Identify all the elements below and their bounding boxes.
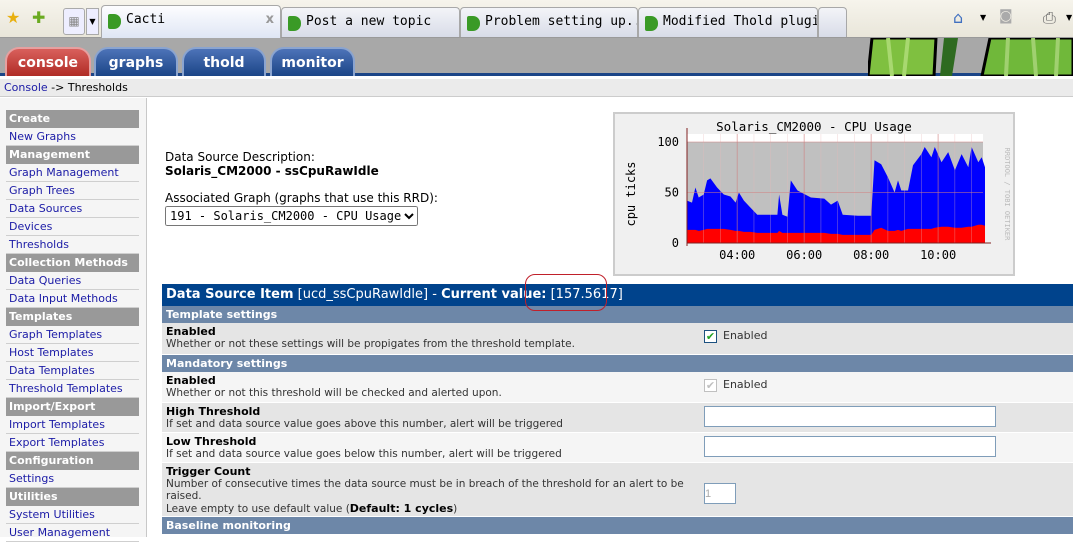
row-trigger-count: Trigger Count Number of consecutive times… (162, 463, 1073, 517)
new-tab-button[interactable] (818, 7, 847, 37)
breadcrumb-current: Thresholds (67, 81, 128, 94)
data-source-info: Data Source Description: Solaris_CM2000 … (165, 150, 438, 226)
tab-title: Post a new topic (306, 14, 432, 29)
section-template-settings: Template settings (162, 306, 1073, 323)
y-tick-label: 0 (672, 236, 679, 250)
sidebar-item-graph-management[interactable]: Graph Management (6, 164, 139, 182)
trigger-count-input[interactable] (704, 483, 736, 504)
cacti-logo-banner (868, 38, 1073, 76)
sidebar-item-data-templates[interactable]: Data Templates (6, 362, 139, 380)
tab-thold[interactable]: thold (182, 47, 266, 76)
sidebar-header: Configuration (6, 452, 139, 470)
sidebar-item-data-sources[interactable]: Data Sources (6, 200, 139, 218)
cacti-favicon-icon (288, 16, 301, 31)
browser-tab-cacti[interactable]: Cacti x (101, 5, 281, 38)
row-high-threshold: High Threshold If set and data source val… (162, 403, 1073, 433)
x-tick-label: 08:00 (853, 248, 889, 262)
assoc-graph-label: Associated Graph (graphs that use this R… (165, 191, 438, 205)
sidebar-item-data-input-methods[interactable]: Data Input Methods (6, 290, 139, 308)
breadcrumb-separator: -> (51, 81, 65, 94)
tab-title: Problem setting up... (485, 14, 638, 29)
sidebar-item-new-graphs[interactable]: New Graphs (6, 128, 139, 146)
rrd-graph-image: 0 50 100 04:00 06:00 08:00 10:00 Solaris_CM2000… (613, 112, 1015, 276)
sidebar-header: Management (6, 146, 139, 164)
sidebar-header: Utilities (6, 488, 139, 506)
row-template-enabled: Enabled Whether or not these settings wil… (162, 323, 1073, 355)
home-icon[interactable]: ⌂ (953, 8, 963, 27)
x-tick-label: 10:00 (920, 248, 956, 262)
tab-title: Cacti (126, 12, 166, 27)
bookmark-star-icon[interactable]: ★ (6, 8, 20, 27)
close-tab-icon[interactable]: x (266, 12, 274, 27)
tab-console[interactable]: console (5, 47, 91, 76)
sidebar-item-host-templates[interactable]: Host Templates (6, 344, 139, 362)
tab-list-dropdown[interactable]: ▼ (86, 8, 99, 35)
sidebar-item-system-utilities[interactable]: System Utilities (6, 506, 139, 524)
breadcrumb: Console -> Thresholds (0, 79, 1073, 97)
y-tick-label: 100 (657, 135, 679, 149)
print-icon[interactable]: ⎙ (1043, 8, 1056, 28)
sidebar-item-data-queries[interactable]: Data Queries (6, 272, 139, 290)
sidebar: Create New Graphs Management Graph Manageme… (0, 98, 147, 542)
sidebar-item-graph-trees[interactable]: Graph Trees (6, 182, 139, 200)
threshold-enabled-checkbox[interactable]: ✔ (704, 378, 717, 392)
add-bookmark-icon[interactable]: ✚ (32, 8, 45, 27)
browser-tab-thold[interactable]: Modified Thold plugin (638, 7, 818, 37)
cacti-header: console graphs thold monitor (0, 38, 1073, 76)
y-axis-label: cpu ticks (624, 161, 638, 226)
sidebar-item-devices[interactable]: Devices (6, 218, 139, 236)
row-low-threshold: Low Threshold If set and data source valu… (162, 433, 1073, 463)
section-baseline-monitoring: Baseline monitoring (162, 517, 1073, 534)
browser-tab-post[interactable]: Post a new topic (281, 7, 460, 37)
sidebar-item-thresholds[interactable]: Thresholds (6, 236, 139, 254)
sidebar-item-settings[interactable]: Settings (6, 470, 139, 488)
section-mandatory-settings: Mandatory settings (162, 355, 1073, 372)
table-header: Data Source Item [ucd_ssCpuRawIdle] - Cu… (162, 284, 1073, 306)
tab-graphs[interactable]: graphs (94, 47, 178, 76)
sidebar-header: Collection Methods (6, 254, 139, 272)
ds-desc-label: Data Source Description: (165, 150, 315, 164)
tab-grid-icon[interactable]: ▦ (63, 8, 85, 35)
rrdtool-watermark: RRDTOOL / TOBI OETIKER (1003, 148, 1011, 242)
sidebar-header: Create (6, 110, 139, 128)
sidebar-item-export-templates[interactable]: Export Templates (6, 434, 139, 452)
row-threshold-enabled: Enabled Whether or not this threshold wil… (162, 372, 1073, 403)
y-tick-label: 50 (665, 186, 679, 200)
associated-graph-select[interactable]: 191 - Solaris_CM2000 - CPU Usage (165, 206, 418, 226)
sidebar-header: Import/Export (6, 398, 139, 416)
browser-tab-problem[interactable]: Problem setting up... (460, 7, 638, 37)
sidebar-item-graph-templates[interactable]: Graph Templates (6, 326, 139, 344)
graph-title: Solaris_CM2000 - CPU Usage (716, 119, 912, 134)
tab-monitor[interactable]: monitor (270, 47, 355, 76)
tab-title: Modified Thold plugin (663, 14, 818, 29)
sidebar-item-threshold-templates[interactable]: Threshold Templates (6, 380, 139, 398)
rss-feed-icon[interactable]: ◙ (999, 8, 1013, 24)
threshold-form-table: Data Source Item [ucd_ssCpuRawIdle] - Cu… (162, 284, 1073, 534)
sidebar-header: Templates (6, 308, 139, 326)
browser-tab-bar: ★ ✚ ▦ ▼ Cacti x Post a new topic Problem … (0, 0, 1073, 38)
template-enabled-checkbox[interactable]: ✔ (704, 329, 717, 343)
x-tick-label: 06:00 (786, 248, 822, 262)
sidebar-item-import-templates[interactable]: Import Templates (6, 416, 139, 434)
current-value-highlight-circle (525, 274, 607, 311)
cacti-favicon-icon (645, 16, 658, 31)
sidebar-item-user-management[interactable]: User Management (6, 524, 139, 542)
print-dropdown-icon[interactable]: ▼ (1066, 13, 1072, 22)
cacti-favicon-icon (467, 16, 480, 31)
ds-desc-value: Solaris_CM2000 - ssCpuRawIdle (165, 164, 379, 178)
breadcrumb-console-link[interactable]: Console (4, 81, 48, 94)
high-threshold-input[interactable] (704, 406, 996, 427)
cacti-favicon-icon (108, 14, 121, 29)
home-dropdown-icon[interactable]: ▼ (980, 13, 986, 22)
low-threshold-input[interactable] (704, 436, 996, 457)
x-tick-label: 04:00 (719, 248, 755, 262)
